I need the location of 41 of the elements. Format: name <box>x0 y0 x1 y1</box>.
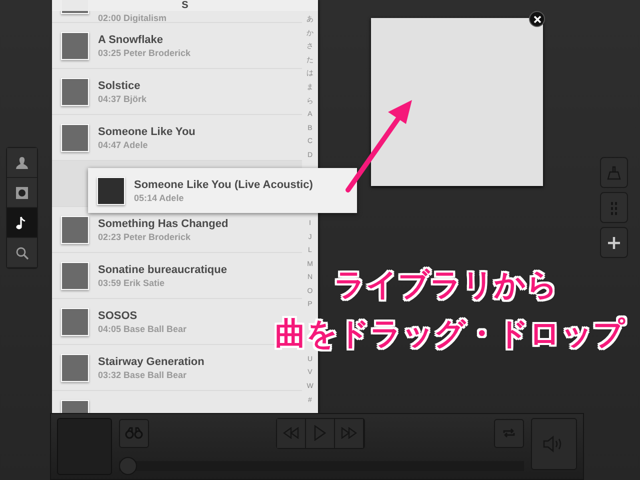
plus-icon <box>607 236 621 250</box>
song-title: Solstice <box>98 80 142 92</box>
song-details: 04:37 Björk <box>98 94 147 104</box>
album-art <box>61 354 89 382</box>
album-art <box>61 124 89 152</box>
song-title: Someone Like You <box>98 126 196 138</box>
album-art <box>61 262 89 290</box>
song-details: 05:14 Adele <box>134 192 185 202</box>
song-details: 02:00 Digitalism <box>98 12 167 22</box>
sidebar-tab[interactable] <box>7 148 37 178</box>
binoculars-icon <box>124 427 143 439</box>
song-details: 04:05 Base Ball Bear <box>98 324 187 334</box>
album-art <box>61 216 89 244</box>
binoculars-button[interactable] <box>118 418 149 448</box>
close-button[interactable] <box>529 11 545 27</box>
album-art <box>61 78 89 106</box>
album-art <box>97 176 125 204</box>
song-details: 03:25 Peter Broderick <box>98 48 191 58</box>
song-details: 03:32 Base Ball Bear <box>98 370 188 380</box>
song-details: 03:59 Erik Satie <box>98 278 166 288</box>
song-title: Someone Like You (Live Acoustic) <box>134 178 313 190</box>
close-icon <box>532 14 542 24</box>
album-art <box>61 308 89 336</box>
broom-icon <box>607 166 621 180</box>
song-title: Something Has Changed <box>98 218 228 230</box>
song-details: 02:23 Peter Broderick <box>98 232 192 242</box>
artwork-slot <box>57 418 112 475</box>
dragged-song-card[interactable]: Someone Like You (Live Acoustic) 05:14 Adele <box>88 168 357 213</box>
song-title: SOSOS <box>98 310 138 322</box>
album-art <box>61 32 89 60</box>
song-title: Stairway Generation <box>98 356 204 368</box>
song-title: Sonatine bureaucratique <box>98 264 227 276</box>
song-details: 04:47 Adele <box>98 140 149 150</box>
toolbar-button[interactable] <box>600 227 628 258</box>
person-icon <box>15 156 29 170</box>
sidebar-tab[interactable] <box>7 208 37 238</box>
search-icon <box>15 246 29 260</box>
song-title: A Snowflake <box>98 34 164 46</box>
annotation-text: ライブラリから <box>334 266 558 305</box>
slider-thumb[interactable] <box>118 457 137 475</box>
section-header: S <box>52 0 318 11</box>
